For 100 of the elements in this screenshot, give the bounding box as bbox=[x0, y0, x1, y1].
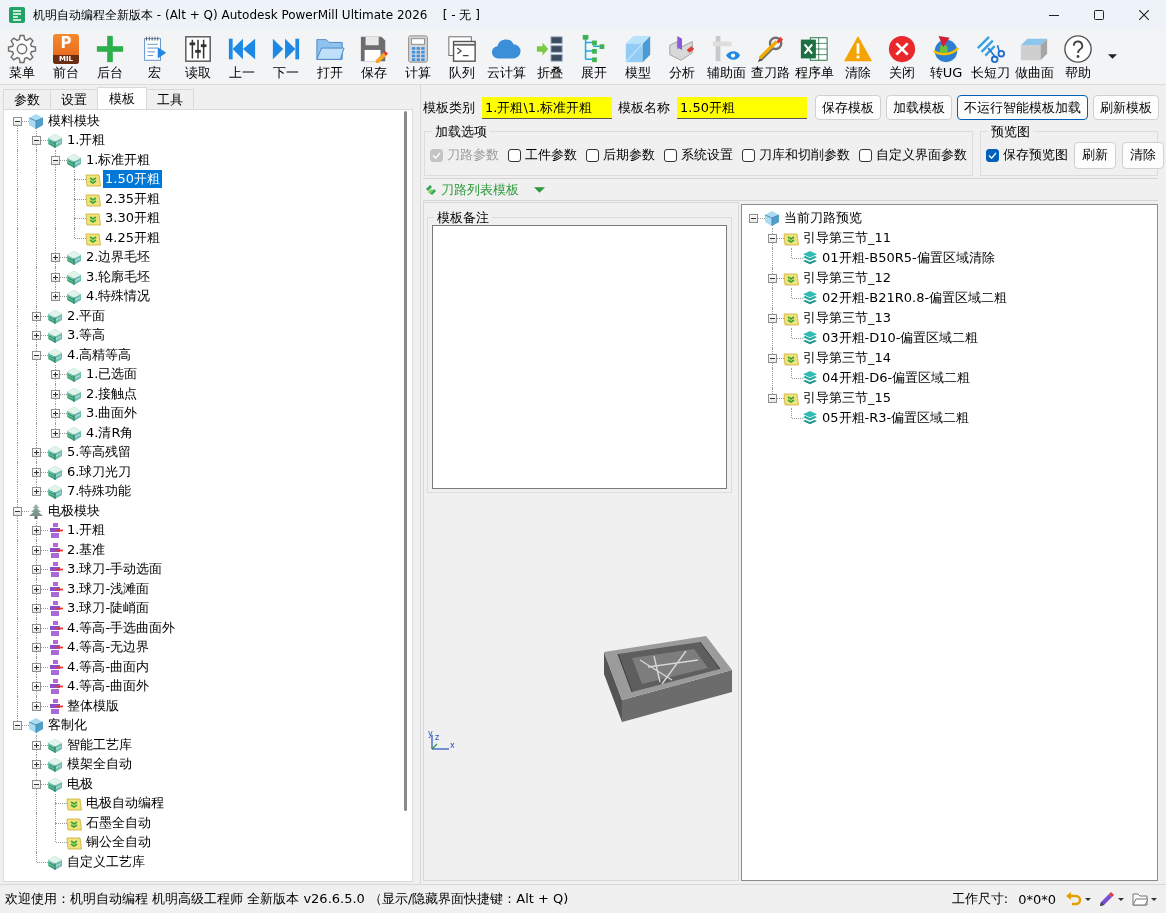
caret-icon[interactable] bbox=[1118, 897, 1124, 901]
checkbox-option[interactable]: 刀库和切削参数 bbox=[742, 146, 850, 164]
tree-item[interactable]: 03开粗-D10-偏置区域二粗 bbox=[820, 329, 981, 347]
tree-expander[interactable] bbox=[32, 448, 41, 458]
toolbar-button[interactable]: 关闭 bbox=[880, 30, 924, 84]
tree-item[interactable]: 自定义工艺库 bbox=[65, 852, 147, 871]
tree-item[interactable]: 智能工艺库 bbox=[65, 735, 134, 754]
tree-expander[interactable] bbox=[32, 760, 41, 770]
template-category-field[interactable]: 1.开粗\1.标准开粗 bbox=[482, 96, 612, 119]
toolbar-button[interactable]: 查刀路 bbox=[748, 30, 792, 84]
tree-expander[interactable] bbox=[32, 350, 41, 360]
tree-item[interactable]: 7.特殊功能 bbox=[65, 482, 134, 501]
tree-item[interactable]: 3.球刀-陡峭面 bbox=[65, 599, 152, 618]
checkbox-option[interactable]: 系统设置 bbox=[664, 146, 733, 164]
tree-expander[interactable] bbox=[768, 234, 777, 243]
tree-expander[interactable] bbox=[768, 394, 777, 403]
tree-item[interactable]: 6.球刀光刀 bbox=[65, 462, 134, 481]
tree-expander[interactable] bbox=[32, 584, 41, 594]
checkbox-option[interactable]: 保存预览图 bbox=[986, 146, 1068, 164]
tree-expander[interactable] bbox=[32, 526, 41, 536]
action-button[interactable]: 刷新模板 bbox=[1093, 95, 1159, 120]
checkbox[interactable] bbox=[986, 148, 999, 162]
tree-item[interactable]: 4.等高-无边界 bbox=[65, 638, 152, 657]
caret-icon[interactable] bbox=[1151, 897, 1157, 901]
tree-item[interactable]: 2.35开粗 bbox=[103, 189, 162, 208]
tree-expander[interactable] bbox=[51, 155, 60, 165]
tree-expander[interactable] bbox=[32, 643, 41, 653]
tree-expander[interactable] bbox=[32, 487, 41, 497]
toolbar-button[interactable]: 帮助 bbox=[1056, 30, 1100, 84]
checkbox[interactable] bbox=[742, 148, 755, 162]
tree-item[interactable]: 3.30开粗 bbox=[103, 209, 162, 228]
tree-expander[interactable] bbox=[768, 314, 777, 323]
tree-expander[interactable] bbox=[32, 331, 41, 341]
tree-item[interactable]: 1.50开粗 bbox=[103, 170, 162, 189]
tree-expander[interactable] bbox=[768, 274, 777, 283]
caret-icon[interactable] bbox=[1085, 897, 1091, 901]
tree-item[interactable]: 模架全自动 bbox=[65, 755, 134, 774]
tab[interactable]: 设置 bbox=[50, 89, 98, 109]
tree-item[interactable]: 04开粗-D6-偏置区域二粗 bbox=[820, 369, 973, 387]
tree-item[interactable]: 电极自动编程 bbox=[84, 794, 166, 813]
tree-expander[interactable] bbox=[51, 428, 60, 438]
toolbar-button[interactable]: 长短刀 bbox=[968, 30, 1012, 84]
toolbar-button[interactable]: 下一 bbox=[264, 30, 308, 84]
tree-item[interactable]: 01开粗-B50R5-偏置区域清除 bbox=[820, 249, 997, 267]
tree-item[interactable]: 当前刀路预览 bbox=[782, 209, 864, 227]
tree-item[interactable]: 2.基准 bbox=[65, 540, 108, 559]
tree-item[interactable]: 3.球刀-浅滩面 bbox=[65, 579, 152, 598]
tree-expander[interactable] bbox=[51, 292, 60, 302]
tab[interactable]: 参数 bbox=[3, 89, 51, 109]
tree-item[interactable]: 3.轮廓毛坯 bbox=[84, 267, 153, 286]
checkbox[interactable] bbox=[859, 148, 872, 162]
checkbox-option[interactable]: 工件参数 bbox=[508, 146, 577, 164]
tree-item[interactable]: 引导第三节_15 bbox=[801, 389, 894, 407]
tree-expander[interactable] bbox=[32, 701, 41, 711]
toolbar-button[interactable]: 模型 bbox=[616, 30, 660, 84]
tree-expander[interactable] bbox=[32, 623, 41, 633]
tree-expander[interactable] bbox=[51, 389, 60, 399]
action-button[interactable]: 清除 bbox=[1122, 141, 1164, 169]
tree-item[interactable]: 2.接触点 bbox=[84, 384, 140, 403]
tree-item[interactable]: 1.标准开粗 bbox=[84, 150, 153, 169]
tree-expander[interactable] bbox=[13, 116, 22, 126]
tree-item[interactable]: 05开粗-R3-偏置区域二粗 bbox=[820, 409, 972, 427]
tree-item[interactable]: 1.开粗 bbox=[65, 521, 108, 540]
action-button[interactable]: 不运行智能模板加载 bbox=[957, 95, 1088, 120]
action-button[interactable]: 刷新 bbox=[1074, 141, 1116, 169]
tree-expander[interactable] bbox=[13, 506, 22, 516]
toolbar-button[interactable]: 辅助面 bbox=[704, 30, 748, 84]
toolbar-button[interactable]: 折叠 bbox=[528, 30, 572, 84]
toolbar-button[interactable]: 菜单 bbox=[0, 30, 44, 84]
tree-item[interactable]: 客制化 bbox=[46, 716, 89, 735]
toolbar-button[interactable]: 分析 bbox=[660, 30, 704, 84]
checkbox[interactable] bbox=[664, 148, 677, 162]
tree-expander[interactable] bbox=[51, 253, 60, 263]
caret-icon[interactable] bbox=[1108, 54, 1117, 59]
toolbar-button[interactable]: 展开 bbox=[572, 30, 616, 84]
toolbar-button[interactable]: 云计算 bbox=[484, 30, 528, 84]
checkbox[interactable] bbox=[586, 148, 599, 162]
action-button[interactable]: 加载模板 bbox=[886, 95, 952, 120]
tree-expander[interactable] bbox=[32, 311, 41, 321]
toolbar-button[interactable]: 后台 bbox=[88, 30, 132, 84]
scrollbar-thumb[interactable] bbox=[404, 111, 407, 811]
toolbar-button[interactable]: 读取 bbox=[176, 30, 220, 84]
tree-item[interactable]: 引导第三节_11 bbox=[801, 229, 894, 247]
tree-expander[interactable] bbox=[768, 354, 777, 363]
toolbar-button[interactable]: 保存 bbox=[352, 30, 396, 84]
toolbar-button[interactable]: 转UG bbox=[924, 30, 968, 84]
action-button[interactable]: 保存模板 bbox=[815, 95, 881, 120]
tree-item[interactable]: 2.平面 bbox=[65, 306, 108, 325]
tree-expander[interactable] bbox=[13, 721, 22, 731]
tree-item[interactable]: 电极模块 bbox=[46, 501, 102, 520]
tree-item[interactable]: 铜公全自动 bbox=[84, 833, 153, 852]
tree-item[interactable]: 4.特殊情况 bbox=[84, 287, 153, 306]
toolbar-button[interactable]: 宏 bbox=[132, 30, 176, 84]
tab[interactable]: 模板 bbox=[97, 87, 147, 109]
tree-item[interactable]: 4.等高-手选曲面外 bbox=[65, 618, 178, 637]
checkbox-option[interactable]: 自定义界面参数 bbox=[859, 146, 967, 164]
template-name-field[interactable]: 1.50开粗 bbox=[677, 96, 807, 119]
tree-expander[interactable] bbox=[32, 779, 41, 789]
tree-expander[interactable] bbox=[749, 214, 758, 223]
tree-item[interactable]: 3.曲面外 bbox=[84, 404, 140, 423]
